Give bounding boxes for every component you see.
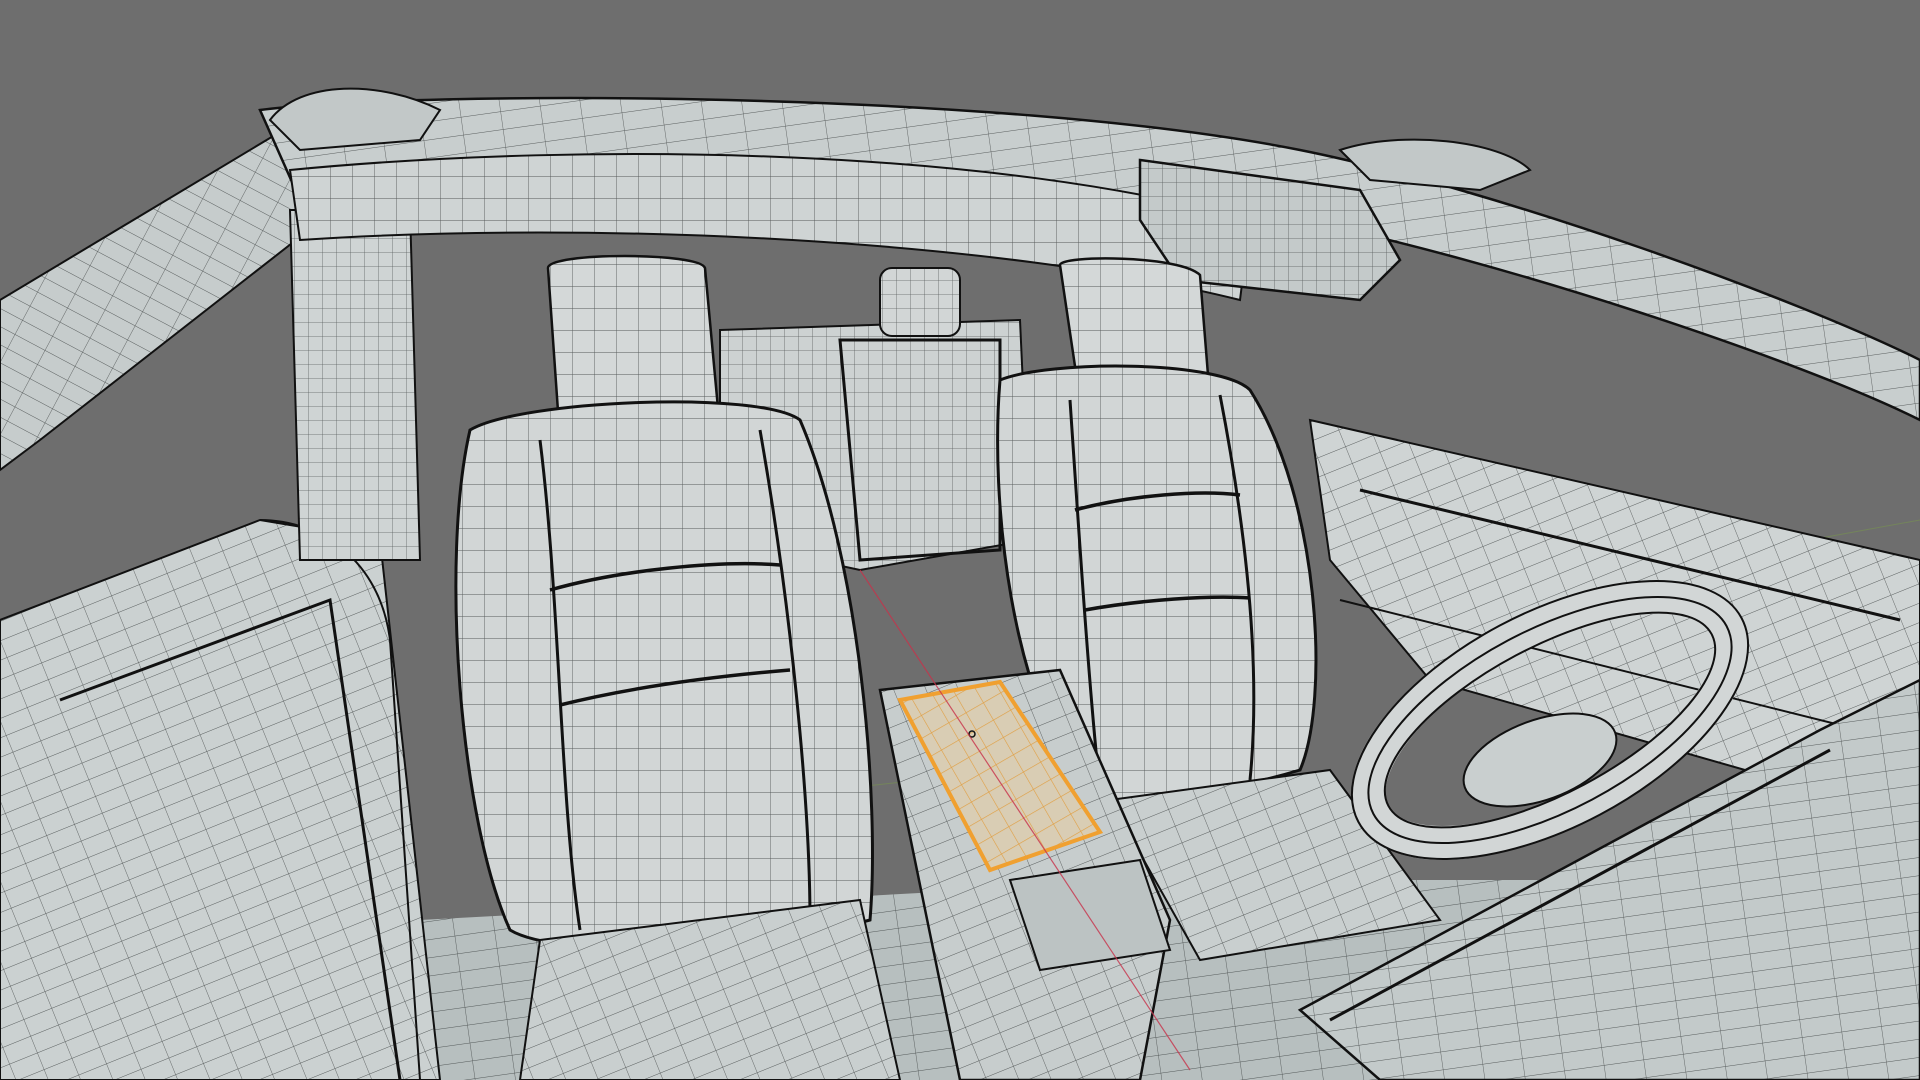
3d-viewport[interactable]	[0, 0, 1920, 1080]
viewport-canvas[interactable]	[0, 0, 1920, 1080]
left-door-panel	[0, 518, 442, 1080]
rear-headrest	[879, 267, 961, 337]
